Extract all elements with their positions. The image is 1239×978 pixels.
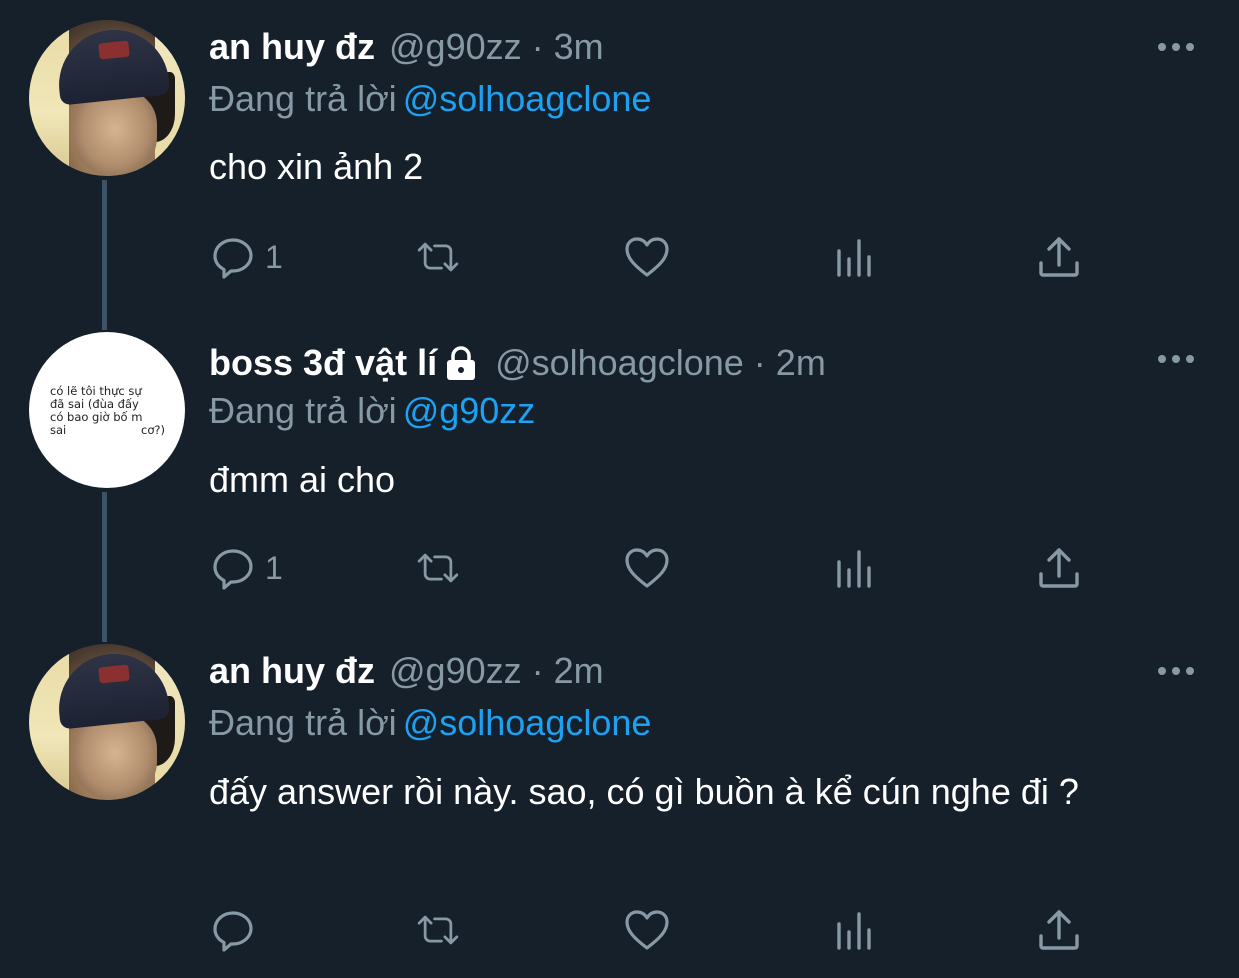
analytics-button[interactable]	[831, 906, 879, 954]
like-button[interactable]	[623, 544, 671, 592]
retweet-button[interactable]	[414, 233, 462, 281]
like-button[interactable]	[623, 906, 671, 954]
avatar[interactable]	[29, 20, 185, 176]
more-options-icon[interactable]	[1157, 354, 1195, 364]
share-button[interactable]	[1035, 906, 1083, 954]
reply-icon	[213, 911, 253, 952]
reply-count: 1	[265, 549, 283, 586]
user-handle[interactable]: @g90zz	[389, 650, 522, 692]
replying-to: Đang trả lời @g90zz	[209, 390, 535, 432]
share-icon	[1039, 910, 1079, 950]
avatar-quote-line: sai	[50, 423, 67, 437]
analytics-icon	[837, 912, 871, 950]
tweet[interactable]: có lẽ tôi thực sự đã sai (đùa đấy có bao…	[0, 320, 1239, 632]
share-button[interactable]	[1035, 544, 1083, 592]
share-icon	[1039, 237, 1079, 277]
tweet-actions: 1	[209, 233, 1109, 281]
retweet-icon	[417, 242, 459, 272]
share-button[interactable]	[1035, 233, 1083, 281]
timestamp[interactable]: 2m	[776, 342, 826, 384]
analytics-button[interactable]	[831, 544, 879, 592]
replying-to-label: Đang trả lời	[209, 702, 397, 743]
tweet-actions: 1	[209, 544, 1109, 592]
heart-icon	[625, 548, 669, 588]
retweet-button[interactable]	[414, 544, 462, 592]
mention-link[interactable]: @solhoagclone	[403, 702, 652, 743]
tweet[interactable]: an huy đz @g90zz · 2m Đang trả lời @solho…	[0, 632, 1239, 978]
reply-count: 1	[265, 238, 283, 275]
display-name[interactable]: an huy đz	[209, 26, 375, 68]
user-handle[interactable]: @g90zz	[389, 26, 522, 68]
analytics-icon	[837, 239, 871, 277]
display-name[interactable]: an huy đz	[209, 650, 375, 692]
more-options-icon[interactable]	[1157, 666, 1195, 676]
user-handle[interactable]: @solhoagclone	[495, 342, 744, 384]
like-button[interactable]	[623, 233, 671, 281]
avatar[interactable]: có lẽ tôi thực sự đã sai (đùa đấy có bao…	[29, 332, 185, 488]
heart-icon	[625, 910, 669, 950]
timestamp[interactable]: 3m	[554, 26, 604, 68]
separator-dot: ·	[753, 342, 766, 383]
tweet-text: đấy answer rồi này. sao, có gì buồn à kể…	[209, 771, 1079, 812]
replying-to: Đang trả lời @solhoagclone	[209, 702, 651, 744]
reply-button[interactable]: 1	[209, 544, 283, 592]
replying-to-label: Đang trả lời	[209, 78, 397, 119]
share-icon	[1039, 548, 1079, 588]
tweet-actions	[209, 906, 1109, 954]
retweet-icon	[417, 915, 459, 945]
reply-icon	[213, 238, 253, 279]
separator-dot: ·	[531, 26, 544, 67]
lock-icon	[447, 346, 476, 380]
separator-dot: ·	[531, 650, 544, 691]
retweet-icon	[417, 553, 459, 583]
replying-to: Đang trả lời @solhoagclone	[209, 78, 651, 120]
analytics-icon	[837, 550, 871, 588]
timestamp[interactable]: 2m	[554, 650, 604, 692]
avatar-quote: có lẽ tôi thực sự đã sai (đùa đấy có bao…	[50, 385, 165, 437]
mention-link[interactable]: @g90zz	[403, 390, 536, 431]
reply-icon	[213, 549, 253, 590]
tweet[interactable]: an huy đz @g90zz · 3m Đang trả lời @solho…	[0, 0, 1239, 320]
mention-link[interactable]: @solhoagclone	[403, 78, 652, 119]
tweet-text: cho xin ảnh 2	[209, 146, 424, 187]
analytics-button[interactable]	[831, 233, 879, 281]
replying-to-label: Đang trả lời	[209, 390, 397, 431]
reply-button[interactable]	[209, 906, 265, 954]
retweet-button[interactable]	[414, 906, 462, 954]
heart-icon	[625, 237, 669, 277]
display-name[interactable]: boss 3đ vật lí	[209, 342, 437, 384]
tweet-text: đmm ai cho	[209, 459, 396, 500]
avatar[interactable]	[29, 644, 185, 800]
more-options-icon[interactable]	[1157, 42, 1195, 52]
reply-button[interactable]: 1	[209, 233, 283, 281]
avatar-quote-line: cơ?)	[141, 423, 165, 437]
